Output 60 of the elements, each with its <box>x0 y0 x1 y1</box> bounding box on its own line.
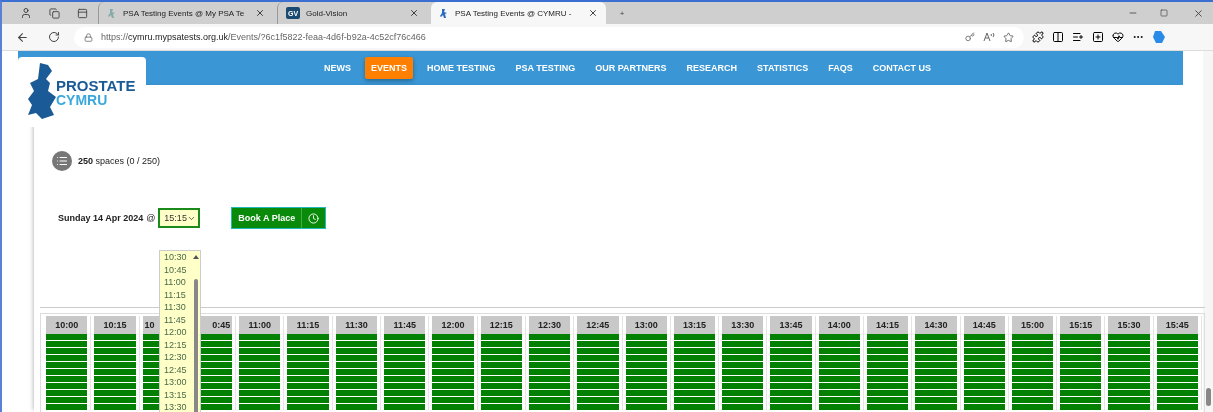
time-option[interactable]: 12:15 <box>160 338 192 351</box>
logo-text: PROSTATE <box>56 77 136 93</box>
time-option[interactable]: 12:45 <box>160 363 192 376</box>
slot-time-header: 13:30 <box>722 316 764 334</box>
split-screen-icon[interactable] <box>1052 31 1064 43</box>
clock-icon <box>308 212 320 224</box>
slot-time-header: 11:15 <box>287 316 329 334</box>
time-select[interactable]: 15:15 <box>158 208 201 228</box>
time-option[interactable]: 11:30 <box>160 301 192 314</box>
close-icon[interactable] <box>409 8 419 18</box>
key-icon[interactable] <box>965 32 975 42</box>
time-option[interactable]: 12:30 <box>160 351 192 364</box>
slot-time-header: 12:30 <box>528 316 571 334</box>
figure-icon <box>107 7 117 19</box>
slot-time-header: 14:00 <box>818 316 860 334</box>
read-aloud-icon[interactable] <box>983 32 995 42</box>
slot-time-header: 15:30 <box>1108 316 1150 334</box>
slot-time-header: 11:00 <box>239 316 281 334</box>
close-icon[interactable] <box>255 8 265 18</box>
logo-text: CYMRU <box>56 92 109 107</box>
slot-time-header: 14:15 <box>866 316 909 334</box>
slot-time-header: 13:45 <box>770 316 812 334</box>
lock-icon[interactable] <box>84 32 93 42</box>
favorites-icon[interactable] <box>1072 31 1084 43</box>
time-option[interactable]: 10:30 <box>160 251 192 264</box>
book-a-place-button[interactable]: Book A Place <box>231 207 327 229</box>
slot-time-header: 11:45 <box>384 316 426 334</box>
event-date: Sunday 14 Apr 2024 <box>58 213 144 223</box>
slot-time-header: 15:00 <box>1011 316 1054 334</box>
slot-time-header: 13:15 <box>673 316 716 334</box>
slot-time-header: 10:00 <box>46 316 88 334</box>
browser-tab[interactable]: PSA Testing Events @ CYMRU - <box>431 2 606 24</box>
collections-icon[interactable] <box>1092 31 1104 43</box>
time-option[interactable]: 11:15 <box>160 288 192 301</box>
new-tab-button[interactable]: + <box>610 8 634 18</box>
extensions-icon[interactable] <box>1032 31 1044 43</box>
time-option[interactable]: 11:00 <box>160 276 192 289</box>
time-option[interactable]: 13:15 <box>160 388 192 401</box>
slot-time-header: 14:45 <box>963 316 1005 334</box>
slot-time-header: 13:00 <box>625 316 667 334</box>
slot-time-header: 15:15 <box>1060 316 1102 334</box>
slot-time-header: 11:30 <box>335 316 378 334</box>
slot-time-header: 10:15 <box>94 316 136 334</box>
close-icon[interactable] <box>588 8 598 18</box>
time-option[interactable]: 13:30 <box>160 401 192 412</box>
url-text: https://cymru.mypsatests.org.uk/Events/?6c1f5822-feaa-4d6f-b92a-4c52cf76c466 <box>101 32 426 42</box>
time-option[interactable]: 10:45 <box>160 263 192 276</box>
slot-time-header: 12:15 <box>480 316 522 334</box>
at-sign: @ <box>146 213 156 223</box>
address-field[interactable]: https://cymru.mypsatests.org.uk/Events/?6c1f5822-feaa-4d6f-b92a-4c52cf76c466 <box>74 26 1024 48</box>
time-option[interactable]: 13:00 <box>160 376 192 389</box>
slot-time-header: 12:45 <box>577 316 619 334</box>
slot-time-header: 14:30 <box>915 316 957 334</box>
favorite-icon[interactable] <box>1003 31 1014 43</box>
slot-time-header: 15:45 <box>1156 316 1198 334</box>
figure-icon <box>439 7 449 19</box>
slot-time-header: 12:00 <box>432 316 474 334</box>
list-icon <box>52 151 72 171</box>
capacity-text: 250 spaces (0 / 250) <box>78 156 161 166</box>
health-icon[interactable] <box>1112 31 1124 43</box>
